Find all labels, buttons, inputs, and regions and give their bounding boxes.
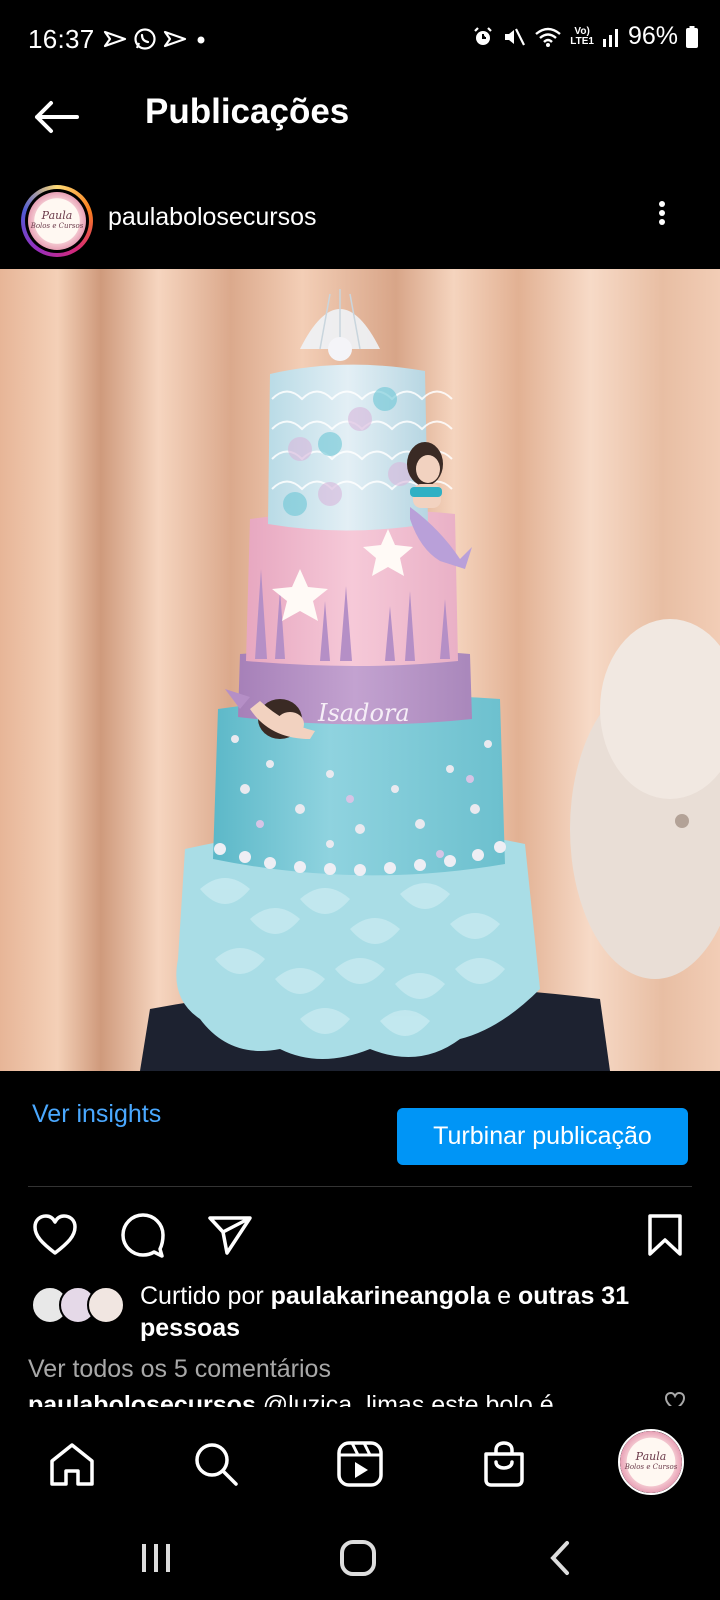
share-button[interactable]: [205, 1210, 255, 1260]
send-icon: [103, 30, 127, 48]
recent-apps-icon: [142, 1544, 170, 1572]
whatsapp-icon: [134, 28, 156, 50]
arrow-left-icon: [35, 101, 79, 133]
profile-logo-image: Paula Bolos e Cursos: [620, 1431, 682, 1493]
avatar[interactable]: Paula Bolos e Cursos: [21, 185, 93, 257]
back-button[interactable]: [30, 95, 82, 139]
home-system-button[interactable]: [333, 1536, 383, 1580]
boost-post-button[interactable]: Turbinar publicação: [397, 1108, 688, 1165]
nav-profile-avatar[interactable]: Paula Bolos e Cursos: [618, 1429, 684, 1495]
paper-plane-icon: [208, 1216, 252, 1255]
comment-button[interactable]: [118, 1210, 168, 1260]
nav-reels[interactable]: [332, 1436, 388, 1492]
nav-search[interactable]: [188, 1436, 244, 1492]
cake-name-text: Isadora: [317, 699, 410, 727]
wifi-icon: [535, 27, 562, 47]
signal-icon: [602, 28, 618, 47]
view-insights-link[interactable]: Ver insights: [32, 1100, 161, 1129]
home-icon: [50, 1443, 94, 1486]
network-type-label: Vo) LTE1: [570, 25, 594, 47]
battery-icon: [686, 25, 698, 48]
more-vertical-icon: [650, 201, 674, 225]
alarm-icon: [474, 26, 493, 45]
search-icon: [195, 1443, 238, 1486]
save-button[interactable]: [640, 1210, 690, 1260]
cake-photo: Isadora: [0, 269, 720, 1071]
recent-apps-button[interactable]: [131, 1536, 181, 1580]
home-circle-icon: [340, 1540, 376, 1576]
reels-icon: [337, 1441, 383, 1487]
avatar-logo-image: Paula Bolos e Cursos: [28, 192, 86, 250]
dot-icon: [197, 36, 205, 44]
nav-shop[interactable]: [476, 1436, 532, 1492]
post-username[interactable]: paulabolosecursos: [108, 203, 316, 232]
nav-home[interactable]: [44, 1436, 100, 1492]
mute-icon: [505, 28, 526, 45]
comment-like-heart-icon[interactable]: [664, 1392, 686, 1406]
more-options-button[interactable]: [650, 198, 674, 238]
post-image[interactable]: Isadora: [0, 269, 720, 1071]
back-chevron-icon: [550, 1541, 569, 1575]
liker-username[interactable]: paulakarineangola: [271, 1282, 491, 1310]
send-icon: [163, 30, 187, 48]
caption-text: @luzica_limas este bolo é: [255, 1393, 554, 1407]
view-all-comments-link[interactable]: Ver todos os 5 comentários: [28, 1355, 331, 1384]
status-time: 16:37: [28, 24, 95, 54]
status-right-icons: Vo) LTE1 96%: [472, 22, 698, 51]
battery-percent: 96%: [627, 22, 678, 50]
status-notification-icons: [103, 27, 209, 51]
caption: paulabolosecursos @luzica_limas este bol…: [28, 1393, 668, 1407]
like-button[interactable]: [30, 1210, 80, 1260]
page-title: Publicações: [145, 92, 350, 131]
shop-bag-icon: [484, 1441, 524, 1487]
bookmark-icon: [648, 1214, 682, 1256]
caption-username[interactable]: paulabolosecursos: [28, 1393, 256, 1407]
heart-icon: [33, 1214, 77, 1255]
divider: [28, 1186, 692, 1187]
liker-avatar: [87, 1286, 125, 1324]
back-system-button[interactable]: [535, 1536, 585, 1580]
likes-summary[interactable]: Curtido por paulakarineangola e outras 3…: [140, 1280, 700, 1344]
comment-bubble-icon: [121, 1213, 165, 1258]
